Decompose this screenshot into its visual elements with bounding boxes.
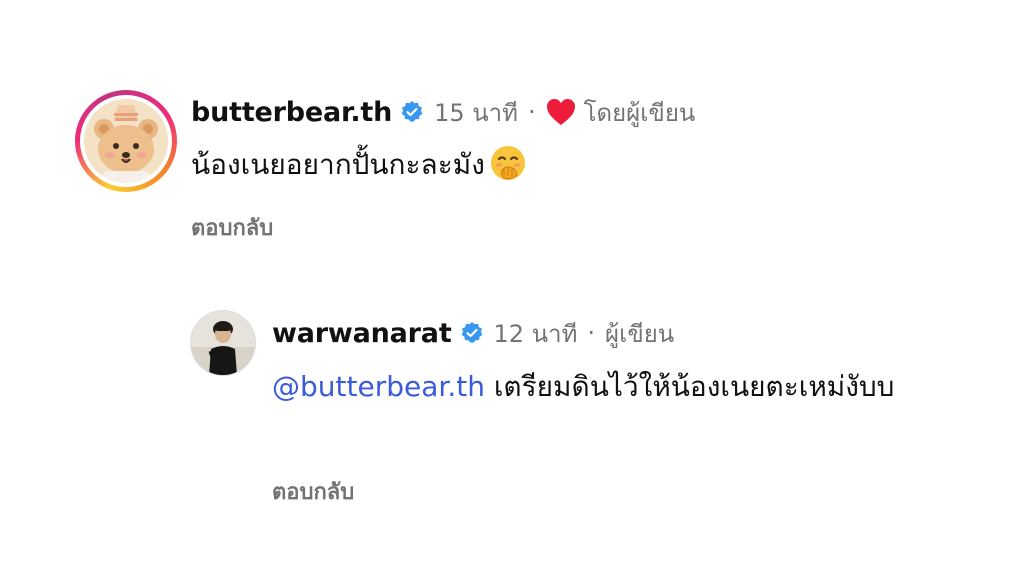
comment-butterbear: butterbear.th 15 นาที · โดยผู้เขียน น้อง…: [0, 0, 1022, 260]
hand-over-mouth-emoji-icon: [489, 144, 527, 182]
author-label: ผู้เขียน: [605, 319, 675, 348]
heart-icon: [546, 98, 576, 126]
username[interactable]: warwanarat: [272, 318, 452, 349]
comment-header: butterbear.th 15 นาที · โดยผู้เขียน: [191, 92, 695, 132]
comment-text: @butterbear.th เตรียมดินไว้ให้น้องเนยตะเ…: [272, 365, 932, 409]
comment-body: น้องเนยอยากปั้นกะละมัง: [191, 148, 485, 181]
liked-by-author-label: โดยผู้เขียน: [583, 98, 696, 127]
reply-button[interactable]: ตอบกลับ: [272, 474, 354, 509]
reply-button[interactable]: ตอบกลับ: [191, 210, 273, 245]
avatar-warwanarat[interactable]: [190, 310, 256, 376]
comment-time: 12 นาที: [493, 319, 578, 348]
comment-text: น้องเนยอยากปั้นกะละมัง: [191, 143, 527, 187]
bear-icon: [84, 99, 168, 183]
mention-link[interactable]: @butterbear.th: [272, 370, 485, 403]
comment-time: 15 นาที: [434, 98, 518, 127]
separator-dot: ·: [527, 98, 536, 126]
verified-badge-icon: [400, 100, 424, 124]
username[interactable]: butterbear.th: [191, 97, 392, 128]
person-icon: [191, 311, 255, 375]
avatar-butterbear[interactable]: [75, 90, 177, 192]
verified-badge-icon: [460, 321, 484, 345]
comment-body: เตรียมดินไว้ให้น้องเนยตะเหม่งับบ: [493, 370, 895, 403]
comment-header: warwanarat 12 นาที · ผู้เขียน: [272, 315, 674, 351]
separator-dot: ·: [587, 319, 596, 347]
